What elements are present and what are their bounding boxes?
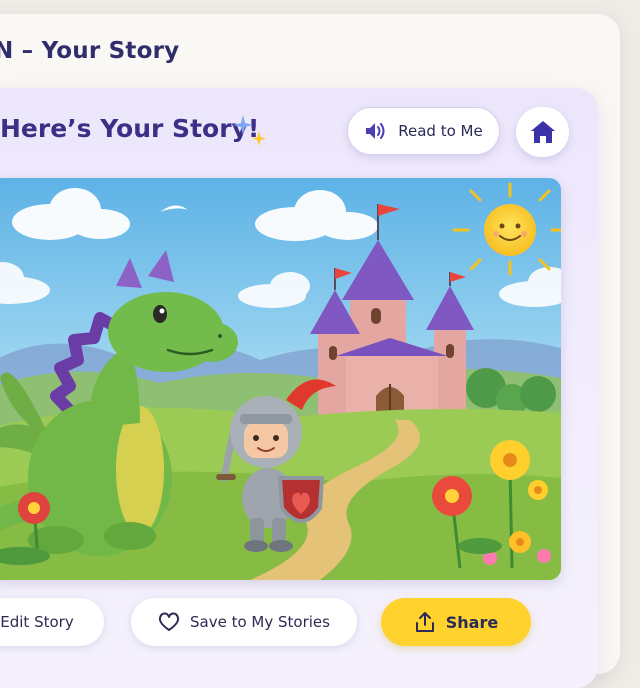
save-to-my-stories-label: Save to My Stories: [190, 613, 330, 631]
app-title: N – Your Story: [0, 38, 180, 64]
speaker-icon: [366, 123, 385, 139]
home-icon: [530, 121, 555, 143]
edit-story-label: Edit Story: [0, 613, 74, 631]
edit-story-button[interactable]: Edit Story: [0, 598, 104, 646]
home-button[interactable]: [516, 107, 569, 157]
share-icon: [415, 612, 434, 632]
read-to-me-button[interactable]: Read to Me: [347, 107, 500, 155]
heart-icon: [158, 612, 180, 631]
save-to-my-stories-button[interactable]: Save to My Stories: [131, 598, 357, 646]
share-button[interactable]: Share: [381, 598, 531, 646]
sparkle-icon: [233, 115, 266, 146]
storybook-illustration: [0, 178, 561, 580]
share-label: Share: [445, 612, 499, 632]
story-illustration: [0, 178, 561, 580]
story-heading: Here’s Your Story!: [0, 114, 260, 143]
read-to-me-label: Read to Me: [398, 122, 483, 140]
